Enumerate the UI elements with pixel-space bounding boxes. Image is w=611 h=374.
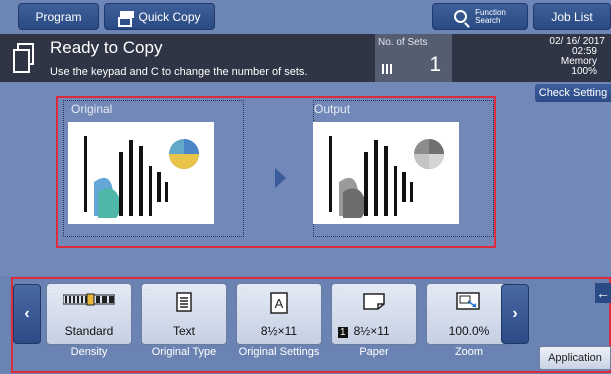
density-key[interactable]: 1 Standard — [46, 283, 132, 345]
copy-pages-icon — [13, 43, 35, 75]
application-label: Application — [548, 352, 602, 364]
original-type-value: Text — [172, 324, 195, 338]
function-search-button[interactable]: Function Search — [432, 3, 528, 30]
key-number: 1 — [51, 285, 57, 296]
zoom-label: Zoom — [454, 346, 484, 358]
key-number: 2 — [146, 285, 152, 296]
paper-label: Paper — [359, 346, 389, 358]
job-list-label: Job List — [551, 9, 593, 24]
application-button[interactable]: Application — [539, 346, 611, 370]
sets-label: No. of Sets — [378, 37, 428, 48]
quick-copy-label: Quick Copy — [138, 9, 201, 24]
document-text-icon — [176, 292, 192, 312]
original-type-key[interactable]: 2 Text — [141, 283, 227, 345]
program-button[interactable]: Program — [18, 3, 99, 30]
paper-value: 8½×11 — [353, 324, 390, 338]
paper-key[interactable]: 4 1 8½×11 — [331, 283, 417, 345]
paper-tray-icon — [363, 293, 385, 310]
original-label: Original — [71, 102, 113, 116]
scroll-left-button[interactable]: ‹ — [13, 284, 41, 344]
paper-value-row: 1 8½×11 — [332, 324, 416, 338]
status-title: Ready to Copy — [50, 38, 163, 57]
density-label: Density — [70, 346, 108, 358]
arrow-left-icon: ← — [596, 285, 610, 301]
original-settings-icon: A — [270, 292, 288, 314]
output-page-image — [313, 122, 459, 224]
status-message: Use the keypad and C to change the numbe… — [50, 66, 308, 78]
check-setting-button[interactable]: Check Setting — [535, 84, 611, 102]
key-number: 4 — [336, 285, 342, 296]
date-time-memory: 02/ 16/ 2017 02:59 Memory 100% — [510, 37, 610, 77]
function-search-label: Function Search — [475, 7, 506, 25]
original-settings-value: 8½×11 — [260, 324, 298, 338]
scroll-right-button[interactable]: › — [501, 284, 529, 344]
memory-value: 100% — [571, 66, 597, 77]
tray-number: 1 — [338, 327, 348, 338]
search-icon — [454, 10, 468, 23]
job-list-button[interactable]: Job List — [533, 3, 611, 30]
zoom-value: 100.0% — [448, 324, 490, 338]
chevron-right-icon: › — [512, 305, 518, 322]
quick-copy-button[interactable]: Quick Copy — [104, 3, 215, 30]
original-settings-label: Original Settings — [238, 346, 320, 358]
check-setting-label: Check Setting — [538, 87, 608, 99]
program-label: Program — [35, 9, 82, 24]
density-icon — [63, 293, 115, 306]
output-label: Output — [314, 102, 351, 116]
zoom-key[interactable]: 5 100.0% — [426, 283, 512, 345]
svg-text:A: A — [275, 296, 284, 311]
original-settings-key[interactable]: 3 A 8½×11 — [236, 283, 322, 345]
chevron-left-icon: ‹ — [24, 305, 30, 322]
key-number: 5 — [431, 285, 437, 296]
zoom-icon — [456, 292, 480, 310]
original-page-image — [68, 122, 214, 224]
density-value: Standard — [64, 324, 114, 338]
original-type-label: Original Type — [151, 346, 217, 358]
sets-value: 1 — [429, 53, 441, 76]
quick-copy-icon — [118, 10, 135, 27]
collapse-tab-button[interactable]: ← — [595, 283, 611, 303]
keypad-icon — [382, 64, 394, 74]
number-of-sets[interactable]: No. of Sets 1 — [375, 34, 452, 82]
arrow-right-icon — [275, 168, 286, 188]
key-number: 3 — [241, 285, 247, 296]
